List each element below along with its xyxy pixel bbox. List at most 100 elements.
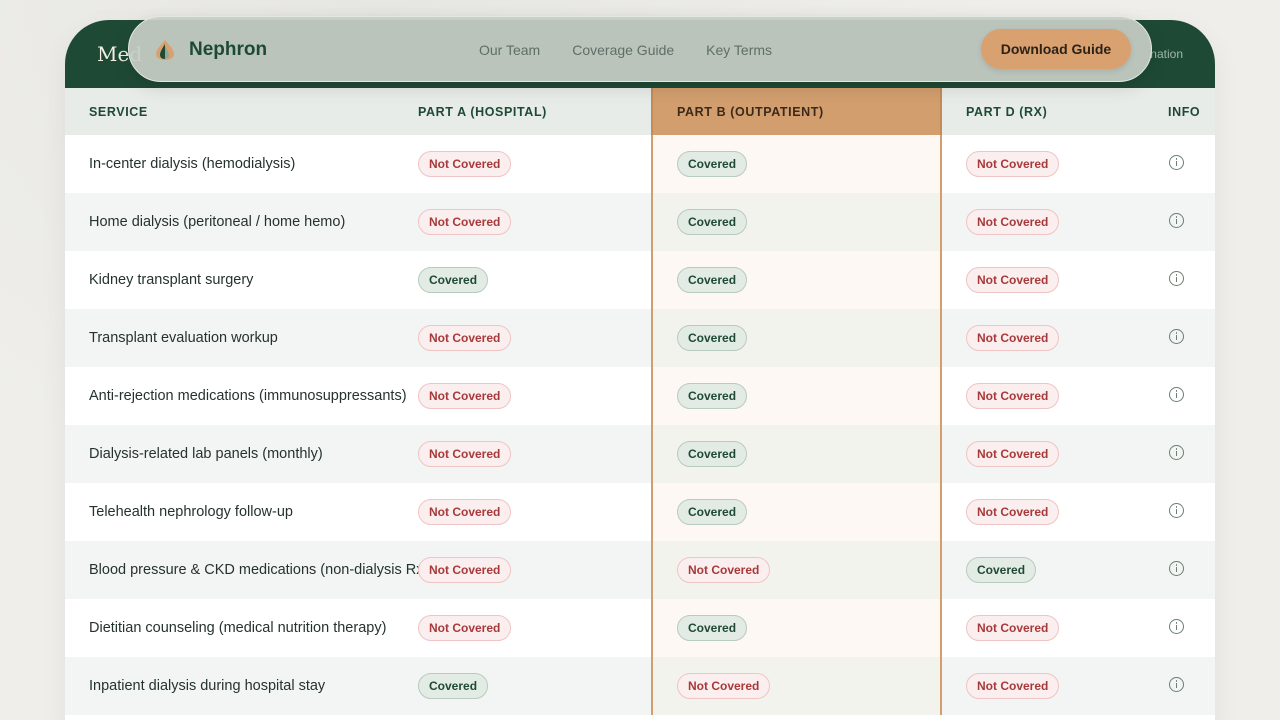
part-b-cell: Covered [651,483,942,541]
covered-badge: Covered [677,441,748,467]
coverage-card: Med nation SERVICE PART A (HOSPITAL) PAR… [65,20,1215,720]
table-row: Dietitian counseling (medical nutrition … [65,599,1215,657]
not-covered-badge: Not Covered [966,615,1060,641]
not-covered-badge: Not Covered [418,615,512,641]
service-cell: Dietitian counseling (medical nutrition … [65,599,394,657]
part-a-cell: Not Covered [394,135,652,193]
table-row: Inpatient dialysis during hospital stay C… [65,657,1215,715]
nav-link-coverage-guide[interactable]: Coverage Guide [572,42,674,58]
part-b-cell: Covered [651,251,942,309]
service-cell: Inpatient dialysis during hospital stay [65,657,394,715]
part-a-cell: Not Covered [394,193,652,251]
table-row: Transplant evaluation workup Not Covered C… [65,309,1215,367]
service-cell: Anti-rejection medications (immunosuppre… [65,367,407,425]
info-cell [1144,251,1215,309]
covered-badge: Covered [677,499,748,525]
not-covered-badge: Not Covered [966,441,1060,467]
not-covered-badge: Not Covered [677,673,771,699]
part-d-cell: Not Covered [941,193,1144,251]
covered-badge: Covered [677,325,748,351]
covered-badge: Covered [677,151,748,177]
part-b-cell: Not Covered [651,541,942,599]
info-cell [1144,309,1215,367]
info-cell [1144,599,1215,657]
table-body: In-center dialysis (hemodialysis) Not Cov… [65,135,1215,715]
table-row: Home dialysis (peritoneal / home hemo) No… [65,193,1215,251]
info-icon[interactable] [1169,676,1184,692]
coverage-table: SERVICE PART A (HOSPITAL) PART B (OUTPAT… [65,88,1215,715]
not-covered-badge: Not Covered [966,151,1060,177]
part-d-cell: Covered [941,541,1144,599]
part-d-cell: Not Covered [941,483,1144,541]
covered-badge: Covered [677,209,748,235]
part-a-cell: Not Covered [394,541,652,599]
service-cell: Home dialysis (peritoneal / home hemo) [65,193,394,251]
part-d-cell: Not Covered [941,657,1144,715]
not-covered-badge: Not Covered [418,557,512,583]
covered-badge: Covered [677,267,748,293]
part-a-cell: Not Covered [394,599,652,657]
part-b-cell: Covered [651,135,942,193]
covered-badge: Covered [677,615,748,641]
not-covered-badge: Not Covered [677,557,771,583]
download-guide-button[interactable]: Download Guide [981,29,1131,69]
info-cell [1144,425,1215,483]
info-icon[interactable] [1169,154,1184,170]
table-row: Anti-rejection medications (immunosuppre… [65,367,1215,425]
header-info: INFO [1144,88,1215,135]
info-cell [1144,483,1215,541]
info-icon[interactable] [1169,328,1184,344]
part-b-cell: Covered [651,193,942,251]
service-cell: Transplant evaluation workup [65,309,394,367]
part-b-cell: Covered [651,309,942,367]
info-icon[interactable] [1169,212,1184,228]
table-row: Blood pressure & CKD medications (non-di… [65,541,1215,599]
brand[interactable]: Nephron [153,38,267,62]
info-cell [1144,367,1215,425]
header-service: SERVICE [65,88,394,135]
info-icon[interactable] [1169,444,1184,460]
info-icon[interactable] [1169,386,1184,402]
not-covered-badge: Not Covered [418,441,512,467]
covered-badge: Covered [966,557,1037,583]
info-icon[interactable] [1169,502,1184,518]
covered-badge: Covered [677,383,748,409]
info-icon[interactable] [1169,270,1184,286]
service-cell: Blood pressure & CKD medications (non-di… [65,541,428,599]
covered-badge: Covered [418,673,489,699]
not-covered-badge: Not Covered [966,383,1060,409]
covered-badge: Covered [418,267,489,293]
table-row: Dialysis-related lab panels (monthly) Not… [65,425,1215,483]
part-b-cell: Covered [651,599,942,657]
not-covered-badge: Not Covered [966,673,1060,699]
nav-links: Our Team Coverage Guide Key Terms [479,42,804,58]
info-icon[interactable] [1169,560,1184,576]
table-row: In-center dialysis (hemodialysis) Not Cov… [65,135,1215,193]
part-a-cell: Not Covered [394,367,652,425]
nav-link-key-terms[interactable]: Key Terms [706,42,772,58]
info-cell [1144,135,1215,193]
part-d-cell: Not Covered [941,309,1144,367]
part-d-cell: Not Covered [941,367,1144,425]
info-cell [1144,193,1215,251]
part-a-cell: Covered [394,251,652,309]
header-part-d: PART D (RX) [941,88,1144,135]
not-covered-badge: Not Covered [966,209,1060,235]
not-covered-badge: Not Covered [418,499,512,525]
header-part-a: PART A (HOSPITAL) [394,88,652,135]
part-d-cell: Not Covered [941,135,1144,193]
not-covered-badge: Not Covered [418,151,512,177]
service-cell: In-center dialysis (hemodialysis) [65,135,394,193]
info-icon[interactable] [1169,618,1184,634]
nav-link-our-team[interactable]: Our Team [479,42,540,58]
part-b-cell: Covered [651,367,942,425]
table-row: Kidney transplant surgery Covered Covered N… [65,251,1215,309]
leaf-drop-logo-icon [156,40,174,60]
service-cell: Kidney transplant surgery [65,251,394,309]
part-d-cell: Not Covered [941,251,1144,309]
part-a-cell: Covered [394,657,652,715]
table-header-row: SERVICE PART A (HOSPITAL) PART B (OUTPAT… [65,88,1215,135]
part-d-cell: Not Covered [941,425,1144,483]
info-cell [1144,657,1215,715]
not-covered-badge: Not Covered [418,383,512,409]
